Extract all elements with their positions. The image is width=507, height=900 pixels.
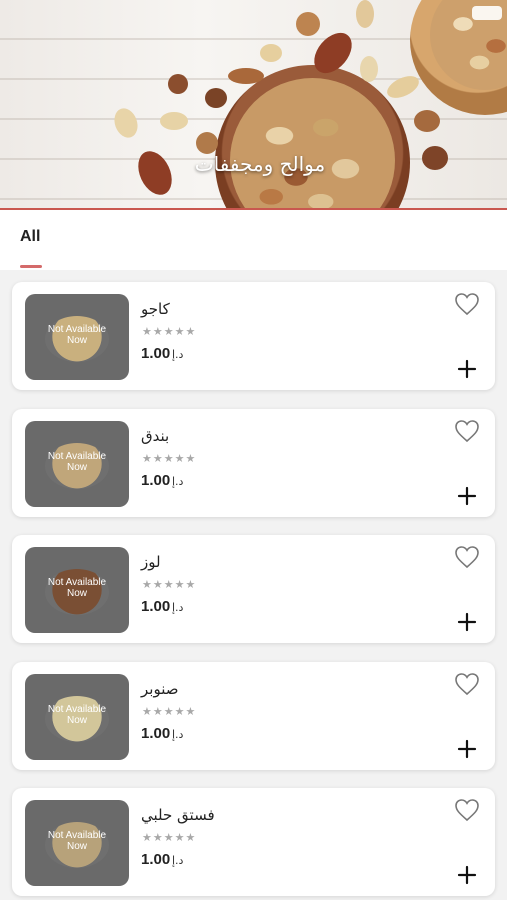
currency-label: د.إ xyxy=(172,348,184,361)
banner-title: موالح ومجففات xyxy=(194,152,326,176)
currency-label: د.إ xyxy=(172,474,184,488)
add-to-cart-plus-icon[interactable] xyxy=(456,611,478,633)
almond-image xyxy=(414,110,440,132)
product-name[interactable]: لوز xyxy=(141,553,161,571)
product-name[interactable]: كاجو xyxy=(141,300,170,318)
tab-active-indicator xyxy=(20,265,42,268)
rating-stars: ★★★★★ xyxy=(142,704,197,718)
category-tabs: All xyxy=(0,210,507,270)
availability-label: Not Available Now xyxy=(47,830,107,852)
add-to-cart-plus-icon[interactable] xyxy=(456,485,478,507)
hazelnut-image xyxy=(205,88,227,108)
status-indicator xyxy=(472,6,502,20)
nut-image xyxy=(296,12,320,36)
product-card[interactable]: Not Available Now لوز ★★★★★ 1.00 د.إ xyxy=(12,535,495,643)
product-image[interactable]: Not Available Now xyxy=(25,800,129,886)
pecan-image xyxy=(131,145,179,201)
hazelnut-image xyxy=(422,146,448,170)
nut-image xyxy=(360,56,378,82)
product-price: 1.00 xyxy=(141,598,171,615)
favorite-heart-icon[interactable] xyxy=(454,545,480,569)
product-card[interactable]: Not Available Now كاجو ★★★★★ 1.00 د.إ xyxy=(12,282,495,390)
product-image[interactable]: Not Available Now xyxy=(25,294,129,380)
product-name[interactable]: فستق حلبي xyxy=(141,806,215,824)
nut-image xyxy=(196,132,218,154)
product-image[interactable]: Not Available Now xyxy=(25,547,129,633)
hazelnut-image xyxy=(168,74,188,94)
category-banner: موالح ومجففات xyxy=(0,0,507,208)
availability-label: Not Available Now xyxy=(47,577,107,599)
cashew-image xyxy=(110,105,142,141)
nut-image xyxy=(356,0,374,28)
availability-label: Not Available Now xyxy=(47,450,107,473)
almond-image xyxy=(228,68,264,84)
product-image[interactable]: Not Available Now xyxy=(25,420,129,507)
nut-image xyxy=(260,44,282,62)
rating-stars: ★★★★★ xyxy=(142,451,197,465)
rating-stars: ★★★★★ xyxy=(142,325,197,338)
product-price: 1.00 xyxy=(141,471,171,489)
rating-stars: ★★★★★ xyxy=(142,578,197,591)
favorite-heart-icon[interactable] xyxy=(454,798,480,822)
favorite-heart-icon[interactable] xyxy=(454,419,480,443)
add-to-cart-plus-icon[interactable] xyxy=(456,864,478,886)
availability-label: Not Available Now xyxy=(47,703,107,726)
product-price: 1.00 xyxy=(141,345,171,362)
product-card[interactable]: Not Available Now بندق ★★★★★ 1.00 د.إ xyxy=(12,408,495,517)
tab-all[interactable]: All xyxy=(20,228,40,246)
product-price: 1.00 xyxy=(141,851,171,868)
add-to-cart-plus-icon[interactable] xyxy=(456,738,478,760)
nut-image xyxy=(160,112,188,130)
favorite-heart-icon[interactable] xyxy=(454,292,480,316)
product-name[interactable]: بندق xyxy=(141,427,169,445)
currency-label: د.إ xyxy=(172,601,184,614)
currency-label: د.إ xyxy=(172,727,184,741)
rating-stars: ★★★★★ xyxy=(142,831,197,844)
add-to-cart-plus-icon[interactable] xyxy=(456,358,478,380)
currency-label: د.إ xyxy=(172,854,184,867)
product-image[interactable]: Not Available Now xyxy=(25,673,129,760)
product-card[interactable]: Not Available Now صنوبر ★★★★★ 1.00 د.إ xyxy=(12,661,495,770)
product-price: 1.00 xyxy=(141,724,171,742)
availability-label: Not Available Now xyxy=(47,324,107,346)
favorite-heart-icon[interactable] xyxy=(454,672,480,696)
product-name[interactable]: صنوبر xyxy=(141,680,178,698)
product-card[interactable]: Not Available Now فستق حلبي ★★★★★ 1.00 د.إ xyxy=(12,788,495,896)
cashew-image xyxy=(383,71,423,103)
